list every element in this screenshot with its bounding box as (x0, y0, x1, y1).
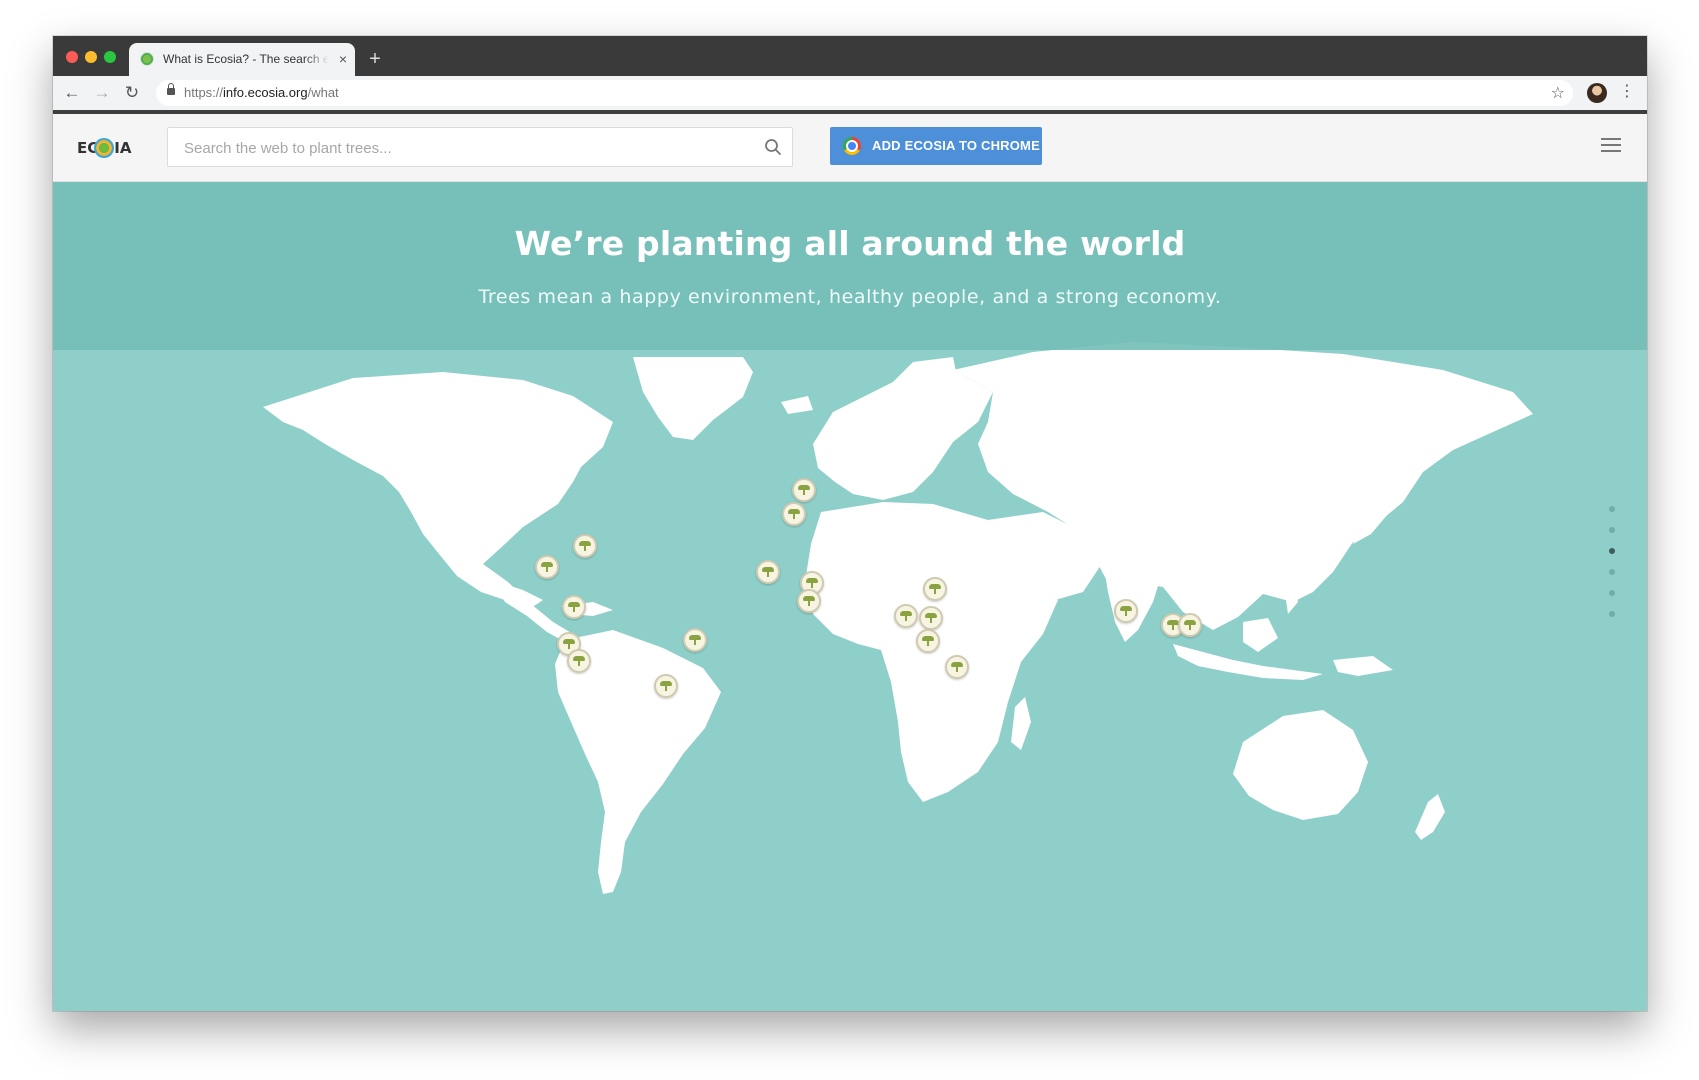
search-input[interactable] (182, 128, 746, 168)
tree-marker[interactable] (945, 655, 969, 679)
new-guinea-land (1333, 656, 1393, 676)
tab-close-icon[interactable]: × (339, 50, 347, 68)
tab-ecosia[interactable]: What is Ecosia? - The search engine that… (129, 43, 355, 76)
browser-toolbar: ← → ↻ https://info.ecosia.org/what ☆ ⋮ (53, 76, 1647, 114)
tab-title: What is Ecosia? - The search engine that… (163, 52, 329, 66)
pager-dot-active[interactable] (1609, 548, 1615, 554)
ecosia-logo[interactable]: EC SIA (75, 128, 135, 168)
hero-banner: We’re planting all around the world Tree… (53, 182, 1647, 350)
tree-marker[interactable] (562, 595, 586, 619)
profile-avatar[interactable] (1587, 83, 1607, 103)
tree-marker[interactable] (567, 649, 591, 673)
add-to-chrome-button[interactable]: ADD ECOSIA TO CHROME (830, 127, 1042, 165)
lock-icon (167, 83, 175, 95)
back-button[interactable]: ← (61, 82, 83, 104)
tree-marker[interactable] (923, 577, 947, 601)
search-icon[interactable] (764, 138, 782, 156)
globe-icon (94, 138, 114, 158)
site-header: EC SIA ADD ECOSIA TO CHROME (53, 114, 1647, 182)
pager-dot[interactable] (1609, 506, 1615, 512)
central-america-land (483, 564, 573, 642)
tree-marker[interactable] (654, 674, 678, 698)
chrome-icon (843, 137, 861, 155)
tree-marker[interactable] (782, 502, 806, 526)
tree-marker[interactable] (1114, 599, 1138, 623)
url-path: /what (307, 85, 339, 100)
north-america-land (263, 372, 613, 610)
tree-marker[interactable] (916, 629, 940, 653)
url-host: info.ecosia.org (223, 85, 308, 100)
section-pager (1609, 506, 1617, 632)
maximize-window-button[interactable] (104, 51, 116, 63)
india-land (1103, 554, 1163, 642)
tree-marker[interactable] (535, 555, 559, 579)
tree-marker[interactable] (1178, 613, 1202, 637)
madagascar-land (1011, 697, 1031, 750)
tree-marker[interactable] (894, 604, 918, 628)
new-zealand-land (1415, 794, 1445, 840)
tree-marker[interactable] (797, 589, 821, 613)
tab-strip: What is Ecosia? - The search engine that… (53, 36, 1647, 76)
add-to-chrome-label: ADD ECOSIA TO CHROME (872, 138, 1040, 153)
tree-marker[interactable] (756, 560, 780, 584)
browser-menu-icon[interactable]: ⋮ (1619, 82, 1635, 102)
pager-dot[interactable] (1609, 569, 1615, 575)
hero-subtitle: Trees mean a happy environment, healthy … (478, 286, 1222, 308)
search-box (167, 127, 793, 168)
iceland-land (781, 396, 813, 414)
forward-button[interactable]: → (91, 82, 113, 104)
minimize-window-button[interactable] (85, 51, 97, 63)
australia-land (1233, 710, 1368, 820)
indonesia-land (1173, 644, 1323, 680)
address-bar[interactable]: https://info.ecosia.org/what ☆ (156, 80, 1573, 106)
pager-dot[interactable] (1609, 590, 1615, 596)
url-scheme: https:// (184, 85, 224, 100)
close-window-button[interactable] (66, 51, 78, 63)
tree-marker[interactable] (683, 628, 707, 652)
tree-marker[interactable] (573, 534, 597, 558)
pager-dot[interactable] (1609, 611, 1615, 617)
hamburger-menu-icon[interactable] (1601, 138, 1621, 154)
greenland-land (633, 357, 753, 440)
tree-marker[interactable] (919, 606, 943, 630)
bookmark-star-icon[interactable]: ☆ (1551, 83, 1565, 103)
pager-dot[interactable] (1609, 527, 1615, 533)
borneo-land (1243, 618, 1278, 652)
tree-marker[interactable] (792, 478, 816, 502)
reload-button[interactable]: ↻ (121, 82, 143, 104)
browser-window: What is Ecosia? - The search engine that… (53, 36, 1647, 1011)
new-tab-button[interactable]: + (363, 48, 387, 72)
hero-title: We’re planting all around the world (514, 224, 1186, 263)
url-text[interactable]: https://info.ecosia.org/what (184, 85, 339, 100)
ecosia-favicon-icon (140, 52, 154, 66)
